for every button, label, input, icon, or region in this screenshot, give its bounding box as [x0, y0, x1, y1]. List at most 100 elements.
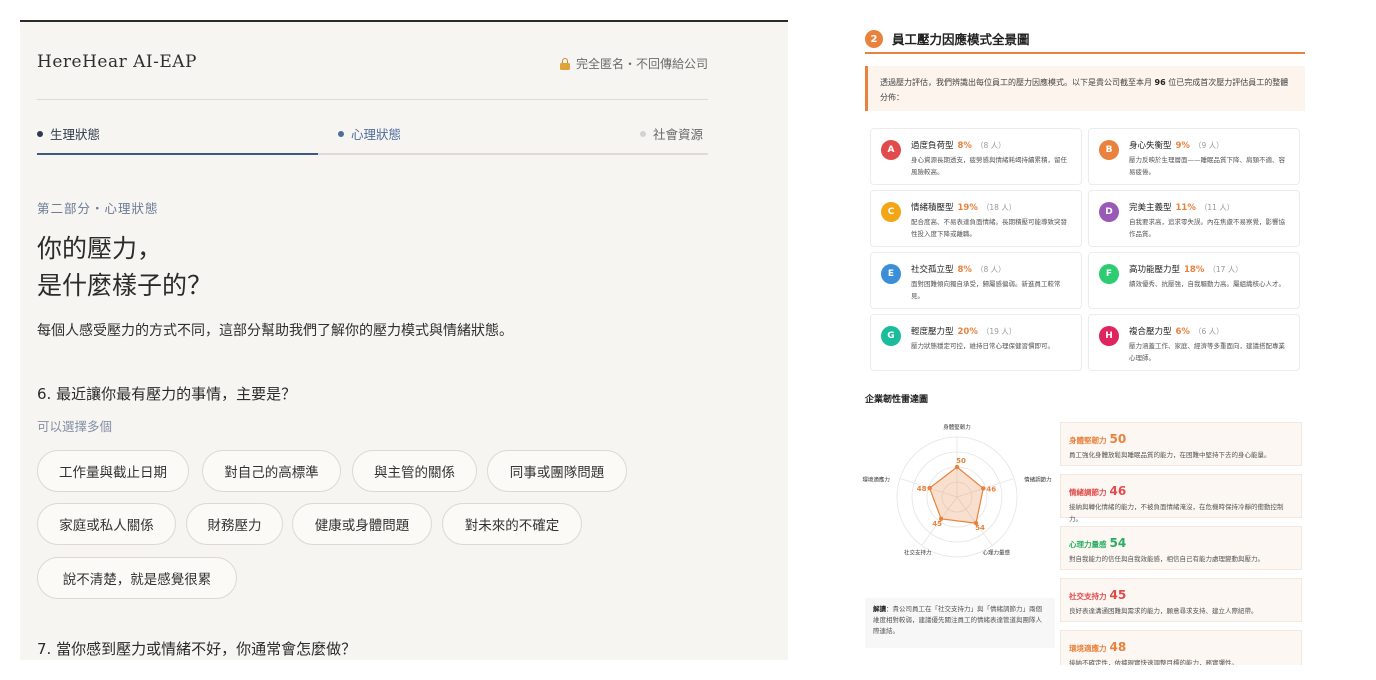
type-title: 複合壓力型 6% （6 人）: [1129, 325, 1224, 337]
metric-value: 50: [1109, 432, 1127, 446]
radar-data-label: 50: [956, 457, 966, 465]
radar-data-point: [954, 464, 960, 470]
title-line-2: 是什麼樣子的？: [37, 271, 213, 300]
tab-label: 心理狀態: [351, 127, 402, 142]
type-description: 績效優秀、抗壓強，自我驅動力高。屬組織核心人才。: [1129, 280, 1285, 288]
type-percent: 9%: [1175, 141, 1190, 151]
type-title: 完美主義型 11% （11 人）: [1129, 201, 1234, 213]
type-count: （6 人）: [1193, 327, 1224, 336]
section-number-badge: 2: [865, 30, 883, 48]
option-chip[interactable]: 與主管的關係: [352, 450, 477, 492]
tab-physical[interactable]: 生理狀態: [37, 124, 100, 143]
section-underline: [865, 52, 1305, 54]
intro-callout: 透過壓力評估，我們辨識出每位員工的壓力因應模式。以下是貴公司截至本月 96 位已…: [865, 66, 1305, 111]
metric-header: 身體堅韌力 50: [1069, 428, 1293, 447]
metric-card: 心理力量感 54 對自我能力的信任與自我效能感，相信自己有能力處理變動與壓力。: [1060, 526, 1302, 570]
type-title: 過度負荷型 8% （8 人）: [911, 139, 1006, 151]
section-label: 第二部分・心理狀態: [37, 201, 159, 216]
type-description: 自我要求高，追求零失誤。內在焦慮不易察覺，影響協作品質。: [1129, 218, 1285, 238]
option-chip[interactable]: 說不清楚，就是感覺很累: [37, 557, 237, 599]
radar-axis-label: 身體堅韌力: [943, 423, 971, 431]
note-label: 解讀: [873, 605, 886, 613]
tab-label: 生理狀態: [50, 127, 101, 142]
type-name: 完美主義型: [1129, 203, 1172, 213]
radar-data-label: 48: [917, 485, 927, 493]
option-chip[interactable]: 同事或團隊問題: [487, 450, 627, 492]
option-chip[interactable]: 工作量與截止日期: [37, 450, 189, 492]
option-chip[interactable]: 對自己的高標準: [202, 450, 341, 492]
type-percent: 19%: [957, 203, 978, 213]
metric-description: 對自我能力的信任與自我效能感，相信自己有能力處理變動與壓力。: [1069, 555, 1264, 563]
metric-value: 45: [1109, 588, 1127, 602]
tab-dot-icon: [640, 130, 646, 137]
type-title: 身心失衡型 9% （9 人）: [1129, 139, 1224, 151]
metric-value: 48: [1109, 640, 1127, 654]
metric-card: 身體堅韌力 50 員工強化身體放鬆與睡眠品質的能力，在困難中堅持下去的身心能量。: [1060, 422, 1302, 466]
intro-text: 每個人感受壓力的方式不同，這部分幫助我們了解你的壓力模式與情緒狀態。: [37, 323, 513, 339]
metric-card: 環境適應力 48 接納不確定性，依據現實快速調整目標的能力，務實彈性。: [1060, 630, 1302, 665]
option-chip[interactable]: 家庭或私人關係: [37, 503, 176, 545]
type-percent: 18%: [1184, 265, 1205, 275]
type-letter-badge: F: [1099, 264, 1119, 284]
type-count: （8 人）: [975, 141, 1006, 150]
type-count: （19 人）: [981, 327, 1017, 336]
type-title: 情緒積壓型 19% （18 人）: [911, 201, 1016, 213]
type-name: 過度負荷型: [911, 141, 954, 151]
question-6-title: 6. 最近讓你最有壓力的事情，主要是？: [37, 385, 297, 403]
report-section-title: 員工壓力因應模式全景圖: [892, 32, 1030, 47]
stress-type-card: H 複合壓力型 6% （6 人） 壓力涵蓋工作、家庭、經濟等多重面向，建議搭配專業心理師…: [1088, 314, 1300, 371]
stress-type-card: F 高功能壓力型 18% （17 人） 績效優秀、抗壓強，自我驅動力高。屬組織核心人才。: [1088, 252, 1300, 309]
type-letter-badge: C: [881, 202, 901, 222]
radar-axis-label: 環境適應力: [862, 475, 890, 483]
stress-type-card: C 情緒積壓型 19% （18 人） 配合度高、不易表達負面情緒。長期積壓可能導致突發性…: [870, 190, 1082, 247]
privacy-note-text: 完全匿名・不回傳給公司: [575, 57, 708, 71]
type-name: 複合壓力型: [1129, 327, 1172, 337]
type-percent: 8%: [957, 141, 972, 151]
progress-fill: [37, 153, 318, 155]
metric-card: 情緒調節力 46 接納與轉化情緒的能力，不被負面情緒淹沒，在危機時保持冷靜的衝動控制…: [1060, 474, 1302, 523]
type-count: （17 人）: [1208, 265, 1243, 274]
section-progress-bar: [37, 153, 708, 155]
option-chip[interactable]: 健康或身體問題: [292, 503, 432, 545]
resilience-radar-chart: 50 46 54 45 48 身體堅韌力情緒調節力心理力量感 社交支持力 環境適應力: [862, 423, 1052, 558]
option-chip[interactable]: 財務壓力: [186, 503, 283, 545]
metric-name: 心理力量感: [1069, 540, 1107, 549]
question-6-hint: 可以選擇多個: [37, 419, 113, 434]
type-name: 身心失衡型: [1129, 141, 1172, 151]
type-name: 輕度壓力型: [911, 327, 954, 337]
metric-name: 環境適應力: [1069, 644, 1107, 653]
metric-name: 身體堅韌力: [1069, 436, 1107, 445]
type-letter-badge: H: [1099, 326, 1119, 346]
metric-name: 情緒調節力: [1069, 488, 1107, 497]
radar-axis-label: 社交支持力: [904, 549, 932, 557]
type-percent: 20%: [957, 327, 978, 337]
tab-psychological[interactable]: 心理狀態: [338, 124, 401, 143]
type-description: 配合度高、不易表達負面情緒。長期積壓可能導致突發性投入度下降或離職。: [911, 218, 1067, 238]
metric-header: 情緒調節力 46: [1069, 480, 1293, 499]
type-description: 壓力涵蓋工作、家庭、經濟等多重面向，建議搭配專業心理師。: [1129, 342, 1285, 362]
metric-value: 46: [1109, 484, 1127, 498]
type-description: 壓力反映於生理層面——睡眠品質下降、肩頸不適、容易疲倦。: [1129, 156, 1285, 176]
type-percent: 11%: [1175, 203, 1196, 213]
interpretation-note: 解讀：貴公司員工在「社交支持力」與「情緒調節力」兩個維度相對較弱，建議優先關注員…: [865, 598, 1055, 648]
type-title: 輕度壓力型 20% （19 人）: [911, 325, 1016, 337]
type-letter-badge: E: [881, 264, 901, 284]
tab-social[interactable]: 社會資源: [640, 124, 703, 143]
type-description: 壓力狀態穩定可控，維持日常心理保健習慣即可。: [911, 342, 1054, 350]
option-chip[interactable]: 對未來的不確定: [442, 503, 582, 545]
header-divider: [37, 99, 708, 100]
report-panel: 2 員工壓力因應模式全景圖 透過壓力評估，我們辨識出每位員工的壓力因應模式。以下…: [855, 20, 1315, 665]
lock-icon: [559, 57, 570, 70]
radar-axis-label: 心理力量感: [983, 549, 1011, 557]
type-description: 面對困難傾向獨自承受，歸屬感偏弱。新進員工較常見。: [911, 280, 1061, 300]
type-title: 社交孤立型 8% （8 人）: [911, 263, 1006, 275]
radar-data-point: [927, 485, 932, 491]
radar-data-label: 54: [975, 524, 985, 532]
survey-panel: HereHear AI-EAP 完全匿名・不回傳給公司 生理狀態 心理狀態 社會…: [20, 20, 788, 660]
completed-count: 96: [1154, 78, 1166, 87]
metric-description: 良好表達溝通困難與需求的能力，願意尋求支持、建立人際紐帶。: [1069, 607, 1258, 615]
type-count: （9 人）: [1193, 141, 1224, 150]
radar-data-point: [981, 486, 986, 491]
stress-type-card: A 過度負荷型 8% （8 人） 身心資源長期透支，疲勞感與情緒耗竭持續累積，留任風險較…: [870, 128, 1082, 185]
type-count: （8 人）: [975, 265, 1006, 274]
